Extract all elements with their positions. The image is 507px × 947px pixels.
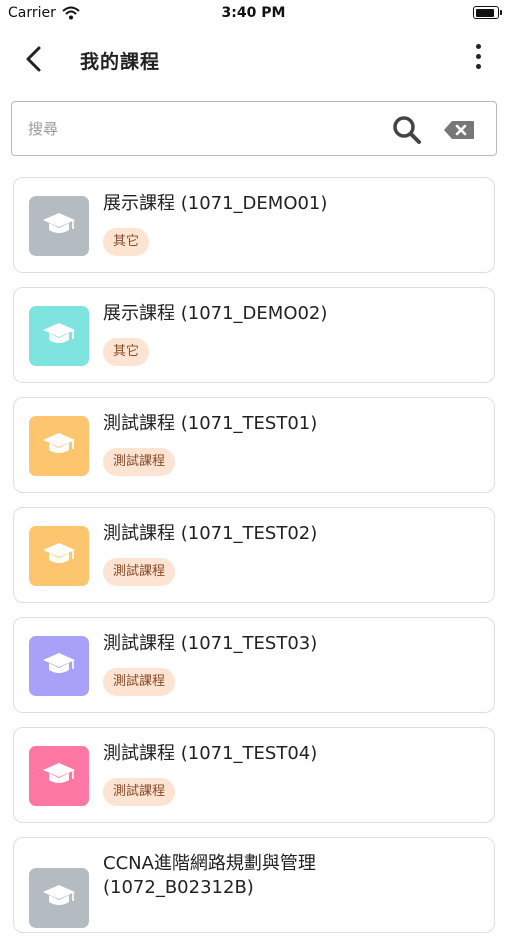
more-vertical-icon bbox=[475, 44, 481, 49]
battery-icon bbox=[473, 6, 502, 19]
course-thumbnail bbox=[29, 196, 89, 256]
page-title: 我的課程 bbox=[80, 51, 161, 73]
graduation-cap-icon bbox=[42, 883, 76, 913]
clear-button[interactable] bbox=[442, 118, 476, 142]
course-category-badge: 其它 bbox=[103, 228, 150, 256]
search-button[interactable] bbox=[390, 113, 424, 147]
course-name: 測試課程 (1071_TEST04) bbox=[103, 743, 318, 764]
course-name: 測試課程 (1071_TEST03) bbox=[103, 633, 318, 654]
course-name: 展示課程 (1071_DEMO01) bbox=[103, 193, 328, 214]
search-bar bbox=[11, 101, 497, 156]
back-button[interactable] bbox=[20, 42, 50, 76]
course-category-badge: 測試課程 bbox=[103, 558, 176, 586]
course-thumbnail bbox=[29, 526, 89, 586]
graduation-cap-icon bbox=[42, 211, 76, 241]
course-name: 測試課程 (1071_TEST01) bbox=[103, 413, 318, 434]
course-thumbnail bbox=[29, 636, 89, 696]
course-category-badge: 測試課程 bbox=[103, 448, 176, 476]
chevron-left-icon bbox=[26, 46, 41, 72]
status-bar: Carrier 3:40 PM bbox=[0, 0, 507, 30]
course-name: CCNA進階網路規劃與管理 (1072_B02312B) bbox=[103, 853, 316, 898]
course-card[interactable]: CCNA進階網路規劃與管理 (1072_B02312B) bbox=[13, 837, 495, 933]
course-name: 展示課程 (1071_DEMO02) bbox=[103, 303, 328, 324]
course-thumbnail bbox=[29, 746, 89, 806]
course-thumbnail bbox=[29, 306, 89, 366]
graduation-cap-icon bbox=[42, 651, 76, 681]
course-card[interactable]: 展示課程 (1071_DEMO01) 其它 bbox=[13, 177, 495, 273]
graduation-cap-icon bbox=[42, 321, 76, 351]
course-thumbnail bbox=[29, 416, 89, 476]
course-card[interactable]: 展示課程 (1071_DEMO02) 其它 bbox=[13, 287, 495, 383]
graduation-cap-icon bbox=[42, 761, 76, 791]
course-category-badge: 測試課程 bbox=[103, 668, 176, 696]
course-card[interactable]: 測試課程 (1071_TEST02) 測試課程 bbox=[13, 507, 495, 603]
more-options-button[interactable] bbox=[471, 44, 485, 74]
course-list: 展示課程 (1071_DEMO01) 其它 展示課程 (1071_DEMO02) 其它… bbox=[13, 177, 495, 947]
course-name: 測試課程 (1071_TEST02) bbox=[103, 523, 318, 544]
status-time: 3:40 PM bbox=[221, 5, 286, 21]
course-card[interactable]: 測試課程 (1071_TEST01) 測試課程 bbox=[13, 397, 495, 493]
course-category-badge: 測試課程 bbox=[103, 778, 176, 806]
course-thumbnail bbox=[29, 868, 89, 928]
backspace-icon bbox=[444, 121, 474, 139]
graduation-cap-icon bbox=[42, 431, 76, 461]
search-input[interactable] bbox=[26, 112, 390, 146]
search-icon bbox=[393, 116, 421, 144]
app-header: 我的課程 bbox=[0, 34, 507, 84]
graduation-cap-icon bbox=[42, 541, 76, 571]
course-card[interactable]: 測試課程 (1071_TEST04) 測試課程 bbox=[13, 727, 495, 823]
course-card[interactable]: 測試課程 (1071_TEST03) 測試課程 bbox=[13, 617, 495, 713]
course-category-badge: 其它 bbox=[103, 338, 150, 366]
